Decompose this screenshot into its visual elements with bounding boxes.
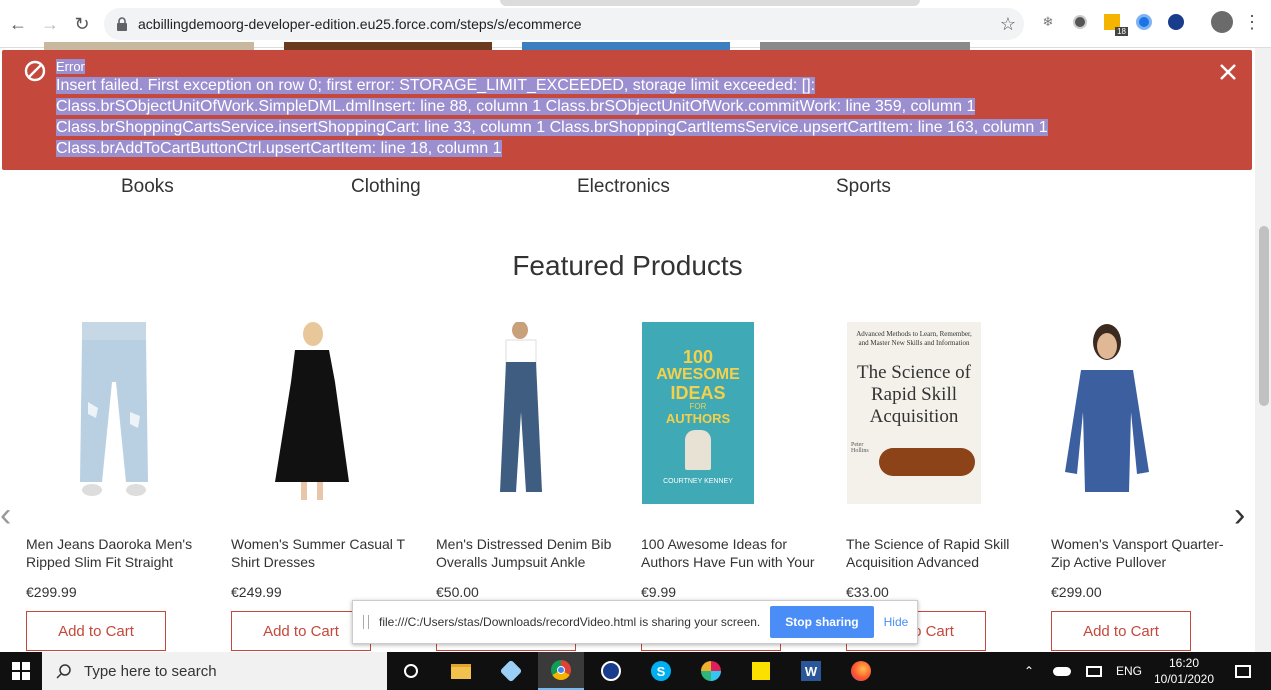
product-price: €299.99 (26, 584, 77, 600)
product-image[interactable] (265, 322, 355, 504)
cortana-icon[interactable] (388, 652, 434, 690)
scrollbar-thumb[interactable] (1259, 226, 1269, 406)
chevron-up-icon[interactable]: ⌃ (1018, 652, 1040, 690)
bookmark-star-icon[interactable]: ☆ (1000, 14, 1016, 35)
add-to-cart-button[interactable]: Add to Cart (1051, 611, 1191, 651)
lock-icon (117, 17, 127, 31)
product-image[interactable]: Advanced Methods to Learn, Remember, and… (847, 322, 981, 504)
toast-title: Error (56, 59, 85, 74)
circle-extension-icon[interactable] (1070, 12, 1090, 32)
menu-kebab-icon[interactable]: ⋮ (1242, 12, 1262, 32)
word-icon[interactable]: W (788, 652, 834, 690)
carousel-next-icon[interactable]: › (1234, 496, 1245, 535)
lock-app-icon[interactable] (588, 652, 634, 690)
tab-strip (500, 0, 920, 6)
hide-link[interactable]: Hide (884, 615, 909, 629)
system-clock[interactable]: 16:20 10/01/2020 (1145, 655, 1223, 687)
section-heading: Featured Products (512, 250, 743, 281)
category-electronics[interactable]: Electronics (577, 176, 670, 198)
forward-icon[interactable]: → (34, 8, 66, 40)
product-name[interactable]: Women's Summer Casual T Shirt Dresses (231, 535, 416, 571)
product-image[interactable]: 100 AWESOME IDEAS FOR AUTHORS COURTNEY K… (642, 322, 754, 504)
drag-handle-icon[interactable] (363, 615, 369, 629)
network-icon[interactable] (1082, 652, 1106, 690)
category-sports[interactable]: Sports (836, 176, 891, 198)
product-price: €299.00 (1051, 584, 1102, 600)
screen-sharing-bar: file:///C:/Users/stas/Downloads/recordVi… (352, 600, 918, 644)
product-image[interactable] (486, 322, 556, 504)
privacy-extension-icon[interactable] (1166, 12, 1186, 32)
toast-line: Class.brAddToCartButtonCtrl.upsertCartIt… (56, 140, 502, 157)
search-icon (56, 664, 71, 679)
chrome-taskbar-icon[interactable] (538, 652, 584, 690)
blue-extension-icon[interactable] (1134, 12, 1154, 32)
notes-extension-icon[interactable]: 18 (1102, 12, 1128, 36)
add-to-cart-button[interactable]: Add to Cart (231, 611, 371, 651)
sticky-notes-icon[interactable] (738, 652, 784, 690)
search-placeholder: Type here to search (84, 662, 217, 680)
product-price: €50.00 (436, 584, 479, 600)
extension-badge: 18 (1115, 27, 1128, 36)
reload-icon[interactable]: ↻ (66, 8, 98, 40)
language-indicator[interactable]: ENG (1116, 664, 1142, 678)
product-price: €249.99 (231, 584, 282, 600)
category-clothing[interactable]: Clothing (351, 176, 421, 198)
profile-avatar[interactable] (1210, 10, 1234, 34)
url-text: acbillingdemoorg-developer-edition.eu25.… (138, 16, 582, 32)
firefox-icon[interactable] (838, 652, 884, 690)
toast-line: Insert failed. First exception on row 0;… (56, 77, 816, 94)
error-block-icon (24, 60, 46, 82)
product-name[interactable]: Men Jeans Daoroka Men's Ripped Slim Fit S… (26, 535, 211, 571)
stop-sharing-button[interactable]: Stop sharing (770, 606, 874, 638)
carousel-prev-icon[interactable]: ‹ (0, 496, 11, 535)
toast-message: Error Insert failed. First exception on … (56, 59, 1196, 159)
taskbar-search-input[interactable]: Type here to search (42, 652, 387, 690)
product-price: €33.00 (846, 584, 889, 600)
snowflake-extension-icon[interactable]: ❄ (1038, 12, 1058, 32)
skype-icon[interactable]: S (638, 652, 684, 690)
error-toast: Error Insert failed. First exception on … (2, 50, 1252, 170)
sharing-message: file:///C:/Users/stas/Downloads/recordVi… (379, 615, 761, 629)
toast-line: Class.brShoppingCartsService.insertShopp… (56, 119, 1048, 136)
browser-toolbar: ← → ↻ acbillingdemoorg-developer-edition… (0, 0, 1271, 48)
product-name[interactable]: Women's Vansport Quarter- Zip Active Pull… (1051, 535, 1236, 571)
notifications-icon[interactable] (1228, 652, 1258, 690)
toast-line: Class.brSObjectUnitOfWork.SimpleDML.dmlI… (56, 98, 976, 115)
product-price: €9.99 (641, 584, 677, 600)
app-icon[interactable] (488, 652, 534, 690)
product-image[interactable] (1059, 322, 1155, 504)
product-name[interactable]: Men's Distressed Denim Bib Overalls Jumps… (436, 535, 621, 571)
product-name[interactable]: 100 Awesome Ideas for Authors Have Fun wi… (641, 535, 826, 571)
slack-icon[interactable] (688, 652, 734, 690)
file-explorer-icon[interactable] (438, 652, 484, 690)
page-scrollbar[interactable] (1255, 48, 1271, 652)
windows-start-icon[interactable] (0, 652, 42, 690)
windows-taskbar: Type here to search S W ⌃ ENG 16:20 10/0… (0, 652, 1271, 690)
close-icon[interactable] (1218, 62, 1238, 82)
category-books[interactable]: Books (121, 176, 174, 198)
add-to-cart-button[interactable]: Add to Cart (26, 611, 166, 651)
back-icon[interactable]: ← (2, 8, 34, 40)
onedrive-icon[interactable] (1050, 652, 1074, 690)
product-name[interactable]: The Science of Rapid Skill Acquisition Ad… (846, 535, 1031, 571)
address-bar[interactable]: acbillingdemoorg-developer-edition.eu25.… (104, 8, 1024, 40)
product-image[interactable] (74, 322, 154, 504)
